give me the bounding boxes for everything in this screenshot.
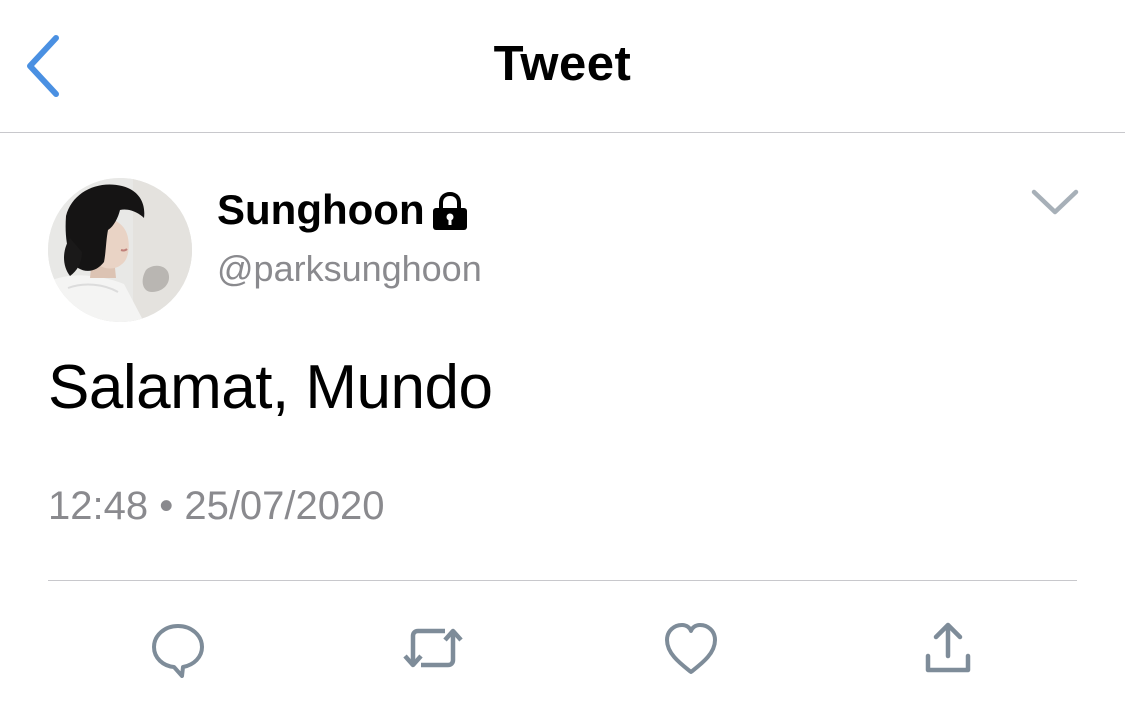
retweet-button[interactable] <box>403 618 463 678</box>
reply-button[interactable] <box>148 618 208 678</box>
like-button[interactable] <box>661 618 721 678</box>
display-name[interactable]: Sunghoon <box>217 186 425 234</box>
heart-icon <box>665 623 717 674</box>
action-bar <box>0 610 1125 690</box>
user-handle[interactable]: @parksunghoon <box>217 248 482 290</box>
avatar[interactable] <box>48 178 192 322</box>
divider <box>48 580 1077 581</box>
reply-icon <box>152 624 204 678</box>
share-button[interactable] <box>918 618 978 678</box>
navigation-bar: Tweet <box>0 0 1125 133</box>
more-options-button[interactable] <box>1030 184 1080 218</box>
tweet-text: Salamat, Mundo <box>48 353 493 422</box>
retweet-icon <box>403 628 463 668</box>
page-title: Tweet <box>493 37 632 91</box>
display-name-row: Sunghoon <box>217 183 469 237</box>
lock-icon <box>431 191 469 231</box>
tweet-timestamp: 12:48 • 25/07/2020 <box>48 484 385 528</box>
chevron-down-icon <box>1031 189 1079 215</box>
profile-photo <box>48 178 192 322</box>
share-icon <box>925 622 971 673</box>
